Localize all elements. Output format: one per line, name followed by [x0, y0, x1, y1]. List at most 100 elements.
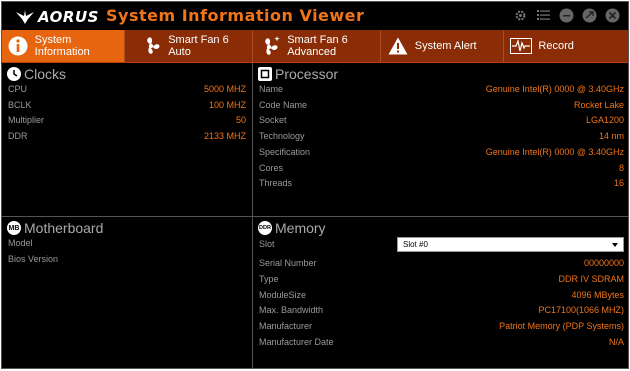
cpu-icon	[258, 67, 272, 81]
memory-title: Memory	[275, 220, 326, 236]
row-label: CPU	[8, 84, 28, 94]
processor-row: Technology 14 nm	[259, 131, 624, 145]
row-value: Genuine Intel(R) 0000 @ 3.40GHz	[485, 147, 624, 157]
clocks-title: Clocks	[24, 66, 67, 82]
slot-row: Slot	[259, 239, 379, 253]
row-value: 100 MHZ	[208, 100, 246, 110]
waveform-icon	[510, 35, 533, 57]
list-icon[interactable]	[535, 7, 551, 23]
tab-label: Record	[538, 40, 574, 52]
row-label: Type	[259, 274, 279, 284]
warning-icon	[387, 35, 409, 57]
row-value: 4096 MBytes	[571, 290, 624, 300]
memory-row: Max. Bandwidth PC17100(1066 MHZ)	[259, 305, 624, 319]
memory-row: Manufacturer Patriot Memory (PDP Systems)	[259, 321, 624, 335]
memory-row: Serial Number 00000000	[259, 258, 624, 272]
fan-advanced-icon	[259, 35, 281, 57]
processor-row: Name Genuine Intel(R) 0000 @ 3.40GHz	[259, 84, 624, 98]
processor-header: Processor	[258, 66, 338, 82]
tab-label: Smart Fan 6 Advanced	[287, 34, 348, 58]
processor-row: Code Name Rocket Lake	[259, 100, 624, 114]
row-value: DDR IV SDRAM	[558, 274, 624, 284]
clock-row: BCLK 100 MHZ	[8, 100, 246, 114]
row-value: 5000 MHZ	[203, 84, 246, 94]
tab-bar: System Information Smart Fan 6 Auto Smar…	[2, 30, 628, 63]
row-value: 50	[235, 115, 246, 125]
row-label: Cores	[259, 163, 284, 173]
row-label: Serial Number	[259, 258, 317, 268]
row-value: Patriot Memory (PDP Systems)	[499, 321, 624, 331]
tab-system-information[interactable]: System Information	[2, 30, 125, 62]
memory-header: DDR Memory	[258, 220, 326, 236]
gear-icon[interactable]	[512, 7, 528, 23]
slot-select[interactable]: Slot #0	[397, 237, 624, 252]
row-label: Manufacturer	[259, 321, 313, 331]
row-label: BCLK	[8, 100, 32, 110]
tab-system-alert[interactable]: System Alert	[381, 30, 505, 62]
row-value: 2133 MHZ	[203, 131, 246, 141]
clocks-header: Clocks	[7, 66, 66, 82]
clock-icon	[7, 67, 21, 81]
clock-row: DDR 2133 MHZ	[8, 131, 246, 145]
processor-row: Socket LGA1200	[259, 115, 624, 129]
motherboard-panel: MB Motherboard Model Bios Version	[2, 217, 253, 368]
info-icon	[8, 35, 29, 57]
row-label: Code Name	[259, 100, 308, 110]
tab-smart-fan-advanced[interactable]: Smart Fan 6 Advanced	[253, 30, 381, 62]
processor-row: Specification Genuine Intel(R) 0000 @ 3.4…	[259, 147, 624, 161]
minimize-icon[interactable]	[558, 7, 574, 23]
tab-record[interactable]: Record	[504, 30, 628, 62]
fan-icon	[141, 35, 163, 57]
row-value: Genuine Intel(R) 0000 @ 3.40GHz	[485, 84, 624, 94]
brand-name: AORUS	[38, 8, 99, 26]
row-value: 8	[618, 163, 624, 173]
row-value: 14 nm	[598, 131, 624, 141]
ddr-icon: DDR	[258, 221, 272, 235]
processor-row: Cores 8	[259, 163, 624, 177]
maximize-icon[interactable]	[581, 7, 597, 23]
row-label: Threads	[259, 178, 293, 188]
eagle-icon	[16, 10, 34, 24]
row-value: 16	[613, 178, 624, 188]
motherboard-row: Bios Version	[8, 254, 246, 268]
row-label: Bios Version	[8, 254, 59, 264]
tab-label: Smart Fan 6 Auto	[168, 34, 229, 58]
clocks-panel: Clocks CPU 5000 MHZ BCLK 100 MHZ Multiplie…	[2, 63, 253, 217]
row-label: DDR	[8, 131, 28, 141]
processor-title: Processor	[275, 66, 339, 82]
row-label: Specification	[259, 147, 311, 157]
app-window: AORUS System Information Viewer System I…	[1, 1, 629, 369]
chevron-down-icon	[612, 240, 618, 249]
row-label: Technology	[259, 131, 305, 141]
window-controls	[512, 7, 620, 23]
clock-row: CPU 5000 MHZ	[8, 84, 246, 98]
close-icon[interactable]	[604, 7, 620, 23]
memory-row: Type DDR IV SDRAM	[259, 274, 624, 288]
aorus-logo: AORUS	[16, 8, 99, 26]
title-bar[interactable]: AORUS System Information Viewer	[2, 2, 628, 30]
motherboard-title: Motherboard	[24, 220, 104, 236]
motherboard-header: MB Motherboard	[7, 220, 103, 236]
tab-smart-fan-auto[interactable]: Smart Fan 6 Auto	[125, 30, 254, 62]
motherboard-icon: MB	[7, 221, 21, 235]
motherboard-row: Model	[8, 238, 246, 252]
processor-row: Threads 16	[259, 178, 624, 192]
row-label: Socket	[259, 115, 287, 125]
row-label: Model	[8, 238, 33, 248]
row-value: PC17100(1066 MHZ)	[538, 305, 624, 315]
tab-label: System Alert	[414, 40, 477, 52]
processor-panel: Processor Name Genuine Intel(R) 0000 @ 3.…	[253, 63, 628, 217]
row-value: 00000000	[583, 258, 624, 268]
row-value: LGA1200	[585, 115, 624, 125]
memory-row: Manufacturer Date N/A	[259, 337, 624, 351]
row-value: N/A	[608, 337, 624, 347]
clock-row: Multiplier 50	[8, 115, 246, 129]
row-label: Name	[259, 84, 284, 94]
slot-selected-value: Slot #0	[403, 240, 428, 249]
row-label: Multiplier	[8, 115, 45, 125]
row-label: Max. Bandwidth	[259, 305, 324, 315]
memory-panel: DDR Memory Slot Slot #0 Serial Number 000…	[253, 217, 628, 368]
row-label: Manufacturer Date	[259, 337, 334, 347]
row-label: ModuleSize	[259, 290, 307, 300]
app-title: System Information Viewer	[106, 6, 365, 25]
